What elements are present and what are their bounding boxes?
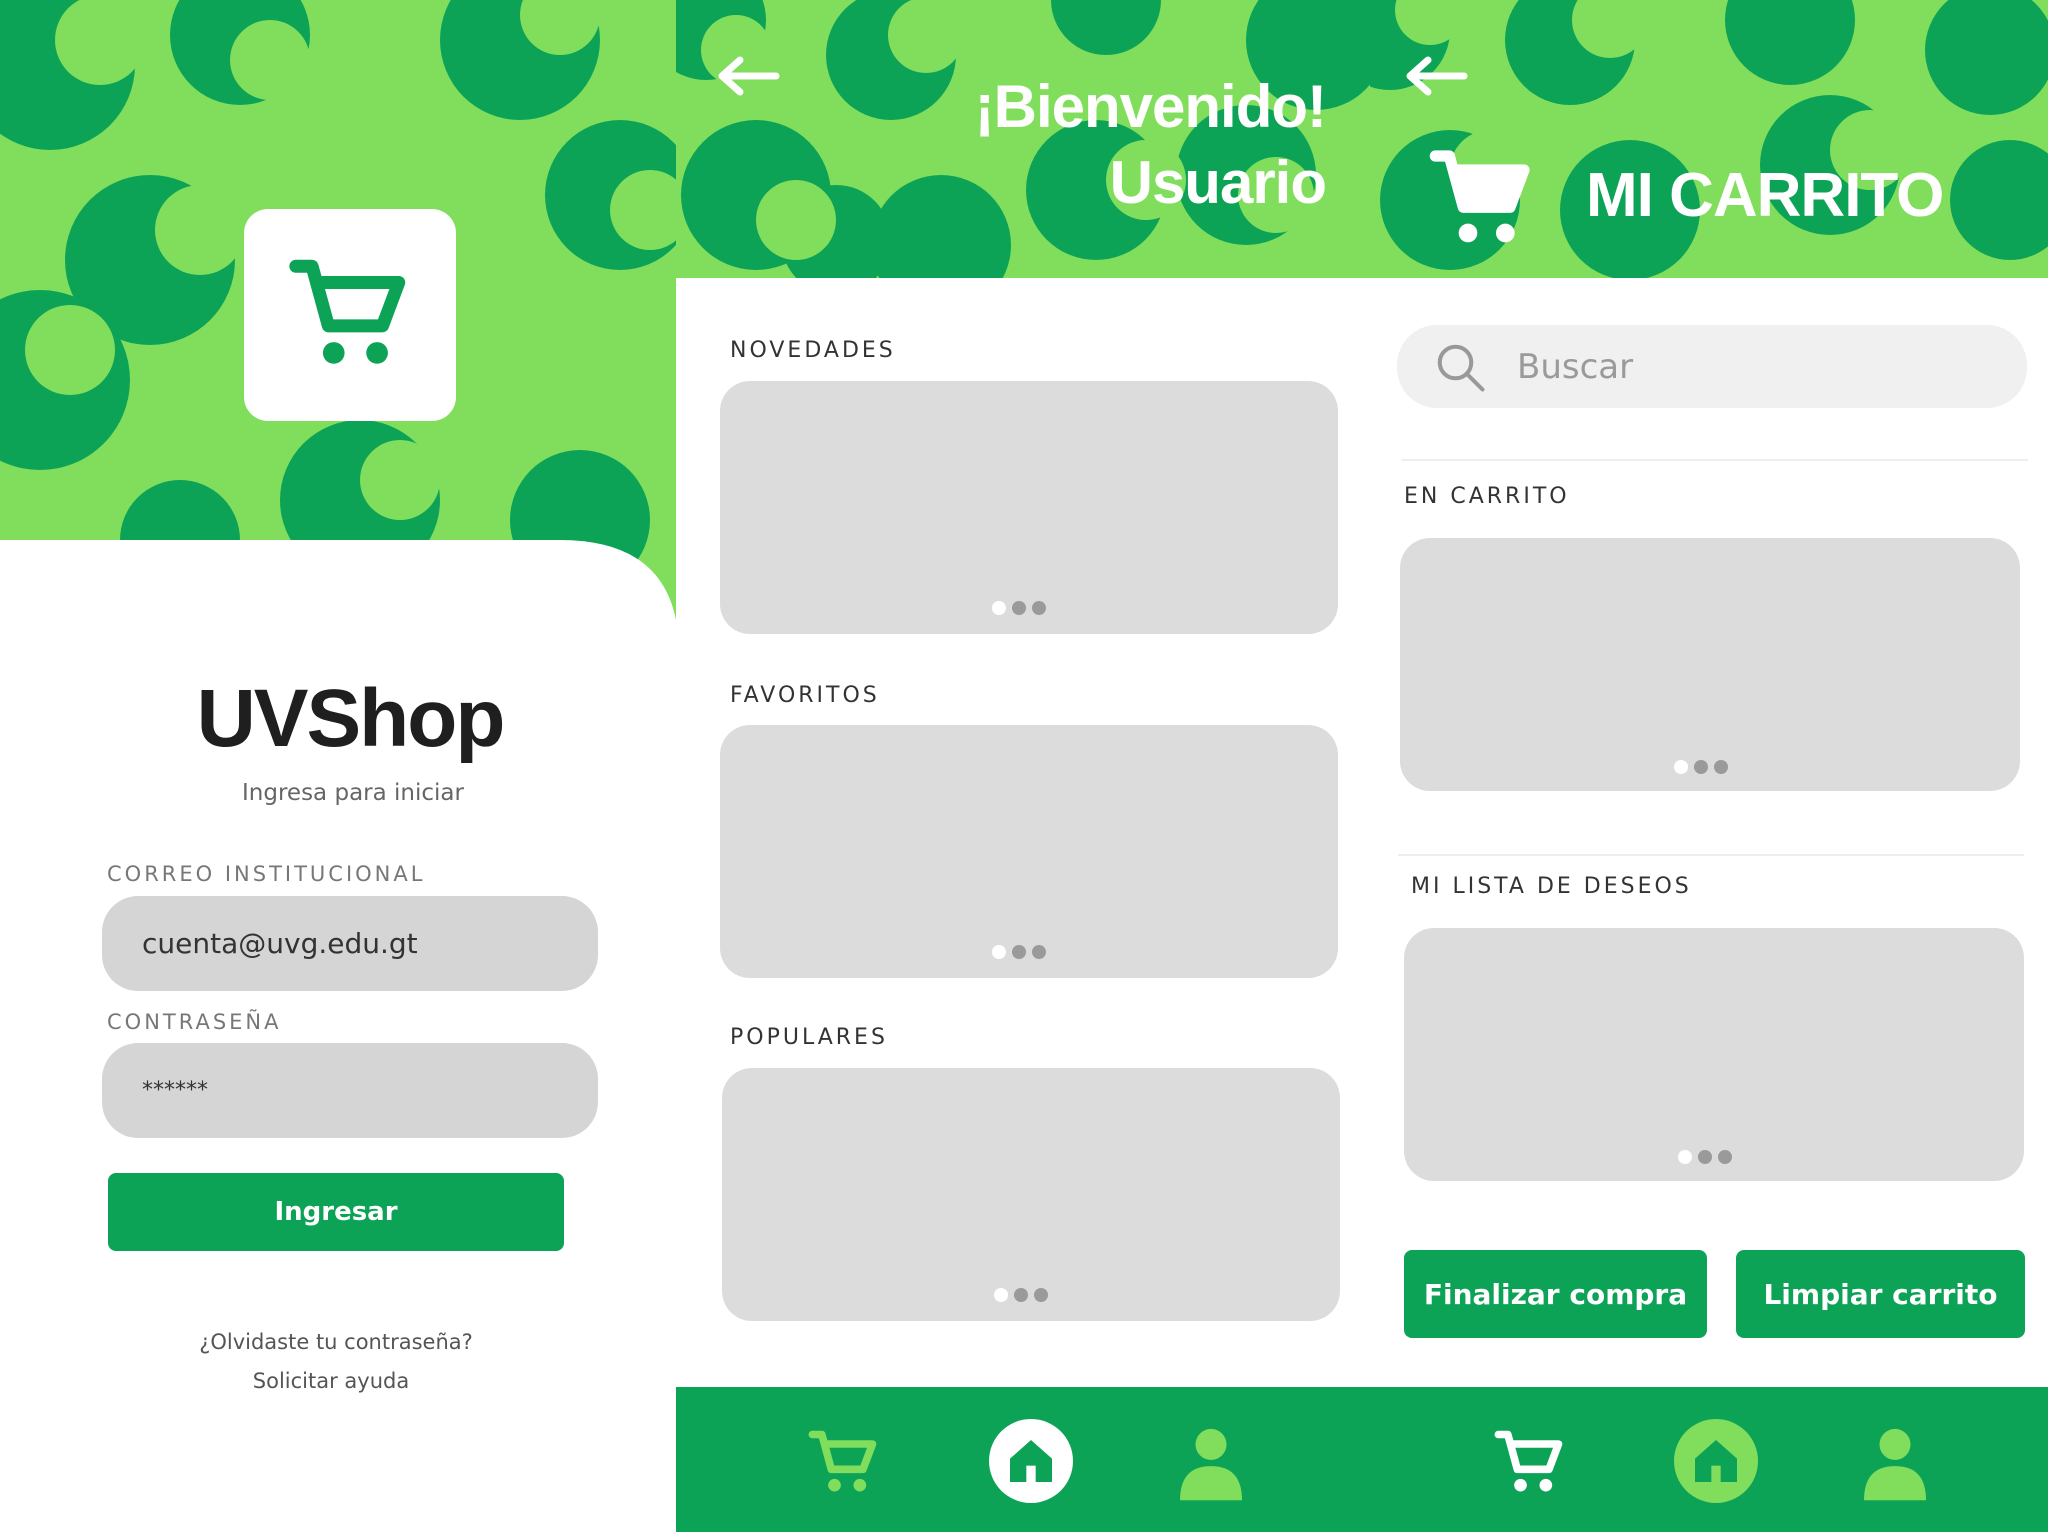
- user-icon[interactable]: [1180, 1425, 1242, 1501]
- section-title: NOVEDADES: [730, 338, 896, 363]
- divider: [1398, 854, 2024, 856]
- carousel-indicator[interactable]: [992, 945, 1046, 959]
- greeting-username: Usuario: [1109, 149, 1327, 216]
- app-name: UVShop: [196, 673, 506, 764]
- cart-icon[interactable]: [806, 1425, 882, 1501]
- product-carousel[interactable]: [722, 1068, 1340, 1321]
- bottom-nav: [1370, 1387, 2048, 1532]
- login-button[interactable]: Ingresar: [108, 1173, 564, 1251]
- search-field[interactable]: Buscar: [1397, 325, 2027, 408]
- password-field[interactable]: ******: [102, 1043, 598, 1138]
- email-label: CORREO INSTITUCIONAL: [107, 862, 426, 886]
- divider: [1402, 459, 2028, 461]
- cart-icon: [289, 259, 406, 364]
- email-value: cuenta@uvg.edu.gt: [142, 927, 418, 960]
- forgot-password-link[interactable]: ¿Olvidaste tu contraseña?: [0, 1330, 672, 1354]
- app-logo: [244, 209, 456, 421]
- section-title: MI LISTA DE DESEOS: [1411, 874, 1692, 899]
- cart-title: MI CARRITO: [1586, 161, 1944, 230]
- section-title: FAVORITOS: [730, 683, 880, 708]
- login-subtitle: Ingresa para iniciar: [242, 780, 464, 806]
- carousel-indicator[interactable]: [1674, 760, 1728, 774]
- checkout-button[interactable]: Finalizar compra: [1404, 1250, 1707, 1338]
- cart-icon: [1429, 150, 1530, 243]
- section-title: EN CARRITO: [1404, 484, 1570, 509]
- product-carousel[interactable]: [720, 725, 1338, 978]
- back-arrow-icon[interactable]: [716, 56, 780, 96]
- home-screen: ¡Bienvenido! Usuario NOVEDADES FAVORITOS…: [676, 0, 1370, 1536]
- carousel-indicator[interactable]: [994, 1288, 1048, 1302]
- home-icon: [1010, 1440, 1052, 1482]
- email-field[interactable]: cuenta@uvg.edu.gt: [102, 896, 598, 991]
- cart-screen: MI CARRITO Buscar EN CARRITO MI LISTA DE…: [1370, 0, 2048, 1536]
- product-carousel[interactable]: [720, 381, 1338, 634]
- back-arrow-icon[interactable]: [1404, 56, 1468, 96]
- search-placeholder: Buscar: [1517, 346, 1634, 387]
- cart-icon[interactable]: [1492, 1425, 1568, 1501]
- carousel-indicator[interactable]: [992, 601, 1046, 615]
- greeting-title: ¡Bienvenido!: [974, 73, 1327, 140]
- password-label: CONTRASEÑA: [107, 1010, 282, 1034]
- section-title: POPULARES: [730, 1025, 888, 1050]
- home-icon: [1695, 1440, 1737, 1482]
- user-icon[interactable]: [1864, 1425, 1926, 1501]
- home-nav-button[interactable]: [989, 1419, 1073, 1503]
- login-screen: UVShop Ingresa para iniciar CORREO INSTI…: [0, 0, 676, 1536]
- bottom-nav: [676, 1387, 1370, 1532]
- search-icon: [1437, 344, 1485, 392]
- help-link[interactable]: Solicitar ayuda: [0, 1369, 662, 1393]
- password-value: ******: [142, 1078, 208, 1103]
- home-nav-button[interactable]: [1674, 1419, 1758, 1503]
- cart-items-carousel[interactable]: [1400, 538, 2020, 791]
- clear-cart-button[interactable]: Limpiar carrito: [1736, 1250, 2025, 1338]
- wishlist-carousel[interactable]: [1404, 928, 2024, 1181]
- carousel-indicator[interactable]: [1678, 1150, 1732, 1164]
